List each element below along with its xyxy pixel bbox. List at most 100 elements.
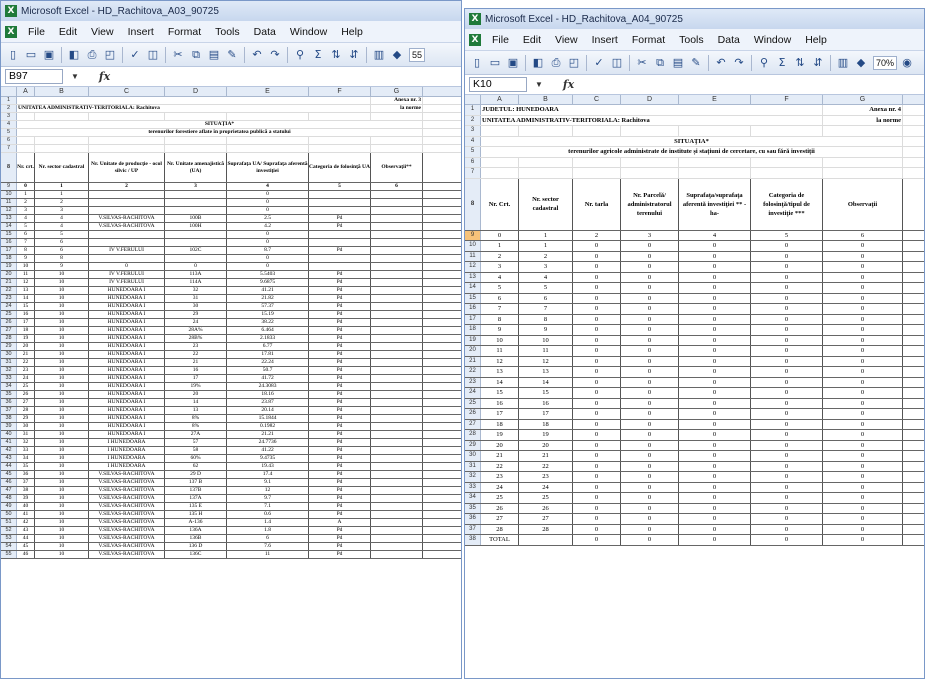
header-number-cell[interactable]: 3 — [165, 183, 227, 190]
table-cell[interactable]: 0 — [823, 482, 903, 492]
name-box-dropdown-icon[interactable]: ▼ — [71, 72, 79, 81]
table-cell[interactable]: 41.21 — [227, 287, 309, 294]
table-cell[interactable]: V.SILVAS-RACHITOVA — [89, 519, 165, 526]
table-cell[interactable]: 0 — [823, 398, 903, 408]
row-header[interactable]: 54 — [1, 543, 17, 550]
row-header[interactable]: 4 — [465, 136, 481, 146]
table-cell[interactable]: 18.16 — [227, 391, 309, 398]
table-cell[interactable]: 0 — [621, 272, 679, 282]
table-header-cell[interactable]: Nr. tarla — [573, 178, 621, 230]
table-cell[interactable]: IV V.FERULUI — [89, 247, 165, 254]
column-header[interactable]: C — [89, 87, 165, 96]
table-cell[interactable]: 9.6875 — [227, 279, 309, 286]
cell[interactable] — [751, 168, 823, 178]
zoom-select[interactable]: 55 — [409, 47, 426, 62]
sort-descending-icon[interactable]: ⇵ — [810, 55, 826, 71]
table-cell[interactable] — [371, 383, 423, 390]
cell[interactable] — [165, 137, 227, 144]
row-header[interactable]: 15 — [1, 231, 17, 238]
table-cell[interactable]: 10 — [35, 439, 89, 446]
table-cell[interactable]: 20 — [519, 440, 573, 450]
table-cell[interactable]: HUNEDOARA I — [89, 423, 165, 430]
table-cell[interactable] — [371, 407, 423, 414]
table-cell[interactable]: HUNEDOARA I — [89, 367, 165, 374]
table-cell[interactable]: 42 — [17, 519, 35, 526]
format-painter-icon[interactable]: ✎ — [224, 47, 240, 63]
table-cell[interactable]: 12 — [17, 279, 35, 286]
table-cell[interactable]: 10 — [35, 399, 89, 406]
header-number-cell[interactable]: 6 — [371, 183, 423, 190]
table-cell[interactable]: Pd — [309, 391, 371, 398]
table-cell[interactable]: 24 — [481, 482, 519, 492]
table-cell[interactable]: 0 — [621, 356, 679, 366]
menu-data[interactable]: Data — [247, 26, 283, 38]
table-cell[interactable] — [165, 191, 227, 198]
table-cell[interactable]: 9.1 — [227, 479, 309, 486]
row-header[interactable]: 47 — [1, 487, 17, 494]
table-cell[interactable]: 0 — [679, 409, 751, 419]
table-cell[interactable]: 4.2 — [227, 223, 309, 230]
row-header[interactable]: 12 — [465, 262, 481, 272]
table-cell[interactable]: 32 — [17, 439, 35, 446]
table-cell[interactable]: 24.3083 — [227, 383, 309, 390]
table-cell[interactable] — [309, 263, 371, 270]
table-cell[interactable] — [371, 287, 423, 294]
table-cell[interactable]: 2 — [519, 251, 573, 261]
table-cell[interactable]: 32 — [165, 287, 227, 294]
table-cell[interactable]: 137 B — [165, 479, 227, 486]
table-cell[interactable]: 11 — [481, 346, 519, 356]
table-cell[interactable]: 0 — [751, 377, 823, 387]
table-cell[interactable]: 15 — [519, 388, 573, 398]
table-cell[interactable] — [371, 223, 423, 230]
table-cell[interactable]: 0 — [679, 325, 751, 335]
row-header[interactable]: 10 — [465, 241, 481, 251]
table-cell[interactable]: 0 — [227, 255, 309, 262]
table-cell[interactable]: 0 — [679, 314, 751, 324]
table-cell[interactable]: 0 — [823, 503, 903, 513]
cut-icon[interactable]: ✂ — [634, 55, 650, 71]
menu-tools[interactable]: Tools — [672, 34, 711, 46]
undo-icon[interactable]: ↶ — [249, 47, 265, 63]
table-cell[interactable] — [309, 231, 371, 238]
cell[interactable] — [481, 157, 519, 167]
table-cell[interactable]: 136C — [165, 551, 227, 558]
header-number-cell[interactable]: 4 — [227, 183, 309, 190]
menu-view[interactable]: View — [84, 26, 121, 38]
table-cell[interactable]: 0 — [621, 451, 679, 461]
cell[interactable] — [227, 137, 309, 144]
table-cell[interactable]: 10 — [35, 287, 89, 294]
table-cell[interactable] — [371, 215, 423, 222]
report-title[interactable]: SITUAŢIA* — [17, 121, 423, 128]
cell[interactable] — [371, 145, 423, 152]
table-cell[interactable]: 0 — [679, 388, 751, 398]
hyperlink-icon[interactable]: ⚲ — [292, 47, 308, 63]
table-cell[interactable] — [89, 231, 165, 238]
table-cell[interactable]: 0 — [751, 388, 823, 398]
table-cell[interactable]: 28 — [17, 407, 35, 414]
table-cell[interactable]: 5 — [481, 283, 519, 293]
table-cell[interactable]: HUNEDOARA I — [89, 399, 165, 406]
table-cell[interactable] — [371, 367, 423, 374]
table-cell[interactable]: 21 — [481, 451, 519, 461]
table-cell[interactable] — [371, 527, 423, 534]
table-cell[interactable]: 3 — [481, 262, 519, 272]
row-header[interactable]: 9 — [1, 183, 17, 190]
table-cell[interactable]: 10 — [481, 335, 519, 345]
table-cell[interactable]: 0 — [573, 398, 621, 408]
table-cell[interactable]: 0 — [621, 262, 679, 272]
table-cell[interactable]: 24 — [519, 482, 573, 492]
table-cell[interactable]: 26 — [481, 503, 519, 513]
table-cell[interactable]: 0 — [573, 304, 621, 314]
table-cell[interactable]: 1 — [35, 191, 89, 198]
table-cell[interactable]: 0 — [621, 314, 679, 324]
row-header[interactable]: 7 — [1, 145, 17, 152]
table-cell[interactable] — [165, 207, 227, 214]
row-header[interactable]: 8 — [1, 153, 17, 182]
name-box[interactable]: B97 — [5, 69, 63, 84]
table-cell[interactable]: HUNEDOARA I — [89, 295, 165, 302]
table-cell[interactable] — [309, 239, 371, 246]
header-number-cell[interactable]: 5 — [309, 183, 371, 190]
table-cell[interactable]: V.SILVAS-RACHITOVA — [89, 527, 165, 534]
table-cell[interactable]: 0 — [679, 493, 751, 503]
menu-tools[interactable]: Tools — [208, 26, 247, 38]
